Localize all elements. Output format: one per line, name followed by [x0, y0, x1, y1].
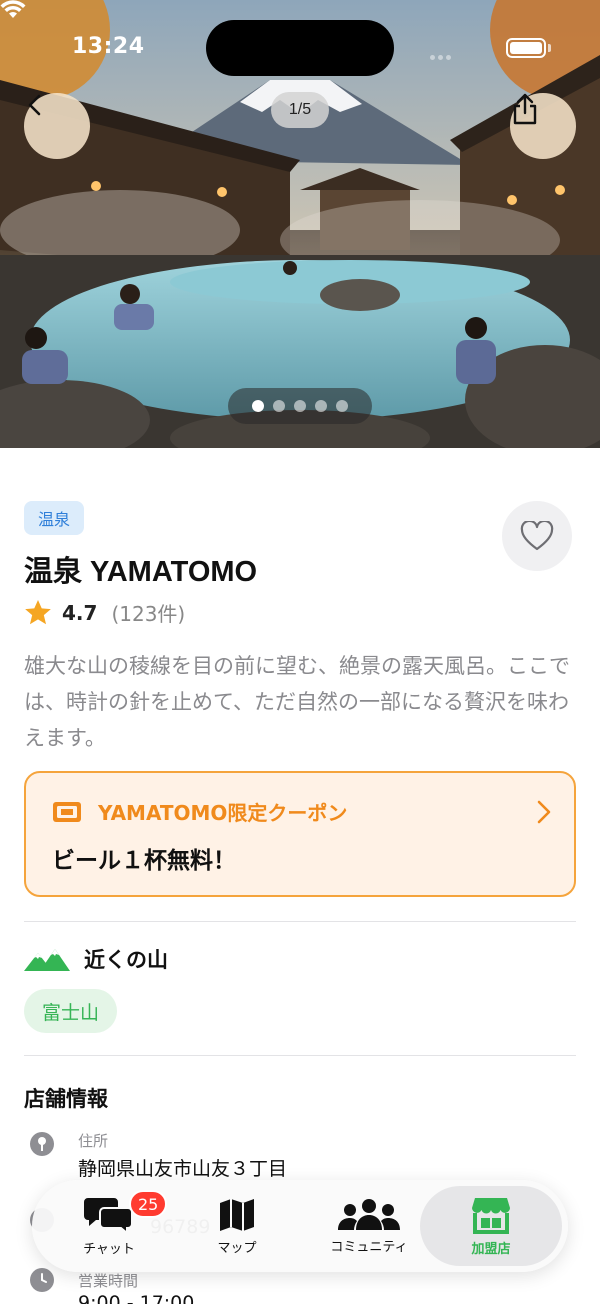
rating-row: 4.7 (123件) [24, 598, 185, 627]
divider [24, 921, 576, 922]
tab-map[interactable]: マップ [200, 1180, 274, 1272]
shop-info-title: 店舗情報 [24, 1087, 108, 1111]
share-icon [513, 93, 537, 125]
rating-score: 4.7 [62, 600, 98, 625]
clock-icon [30, 1268, 54, 1292]
tab-community-label: コミュニティ [330, 1239, 408, 1255]
ticket-icon [53, 802, 81, 822]
nearby-mountains-heading: 近くの山 [24, 944, 168, 974]
chat-bubbles-icon [84, 1197, 133, 1234]
battery-icon [506, 38, 546, 58]
carousel-pagination[interactable] [228, 388, 372, 424]
coupon-label: YAMATOMO限定クーポン [98, 801, 348, 825]
wifi-icon [0, 0, 26, 18]
back-button[interactable] [24, 93, 90, 159]
coupon-offer: ビール１杯無料！ [52, 848, 236, 874]
heart-icon [520, 521, 554, 551]
tab-chat-label: チャット [83, 1241, 135, 1257]
pagination-dot[interactable] [315, 400, 327, 412]
chevron-left-icon [28, 94, 41, 116]
pagination-dot[interactable] [336, 400, 348, 412]
pagination-dot[interactable] [273, 400, 285, 412]
review-count[interactable]: (123件) [111, 598, 185, 627]
pagination-dot[interactable] [294, 400, 306, 412]
share-button[interactable] [510, 93, 576, 159]
nearby-mountains-title: 近くの山 [84, 948, 168, 972]
location-pin-icon [30, 1132, 54, 1156]
category-tag: 温泉 [24, 501, 85, 535]
status-time: 13:24 [72, 34, 145, 59]
storefront-icon [472, 1197, 510, 1234]
tab-shop-label: 加盟店 [471, 1241, 511, 1257]
star-icon [25, 600, 51, 625]
map-icon [220, 1198, 254, 1231]
hero-image[interactable]: 13:24 1/5 [0, 0, 600, 448]
mountain-icon [24, 949, 70, 971]
divider [24, 1055, 576, 1056]
people-group-icon [338, 1198, 400, 1230]
mountain-chip-fuji[interactable]: 富士山 [24, 989, 118, 1033]
place-name: 温泉 YAMATOMO [24, 556, 258, 588]
pagination-dot[interactable] [252, 400, 264, 412]
image-counter: 1/5 [271, 92, 329, 128]
address-label: 住所 [78, 1132, 109, 1150]
address-value[interactable]: 静岡県山友市山友３丁目 [78, 1154, 287, 1181]
chat-unread-badge: 25 [129, 1190, 168, 1218]
hours-value: 9:00 - 17:00 [78, 1292, 195, 1304]
tab-shop[interactable]: 加盟店 [420, 1186, 562, 1266]
tab-community[interactable]: コミュニティ [314, 1180, 424, 1272]
dynamic-island [206, 20, 394, 76]
hours-label: 営業時間 [78, 1272, 139, 1290]
place-description: 雄大な山の稜線を目の前に望む、絶景の露天風呂。ここでは、時計の針を止めて、ただ自… [24, 654, 570, 750]
chevron-right-icon [537, 800, 551, 824]
cellular-signal-icon [430, 45, 454, 64]
coupon-card[interactable]: YAMATOMO限定クーポン ビール１杯無料！ [24, 771, 576, 897]
favorite-button[interactable] [502, 501, 572, 571]
tab-map-label: マップ [217, 1240, 257, 1256]
tab-bar: チャット 25 マップ コミュニティ 加盟店 [32, 1180, 568, 1272]
status-bar: 13:24 [0, 0, 600, 96]
